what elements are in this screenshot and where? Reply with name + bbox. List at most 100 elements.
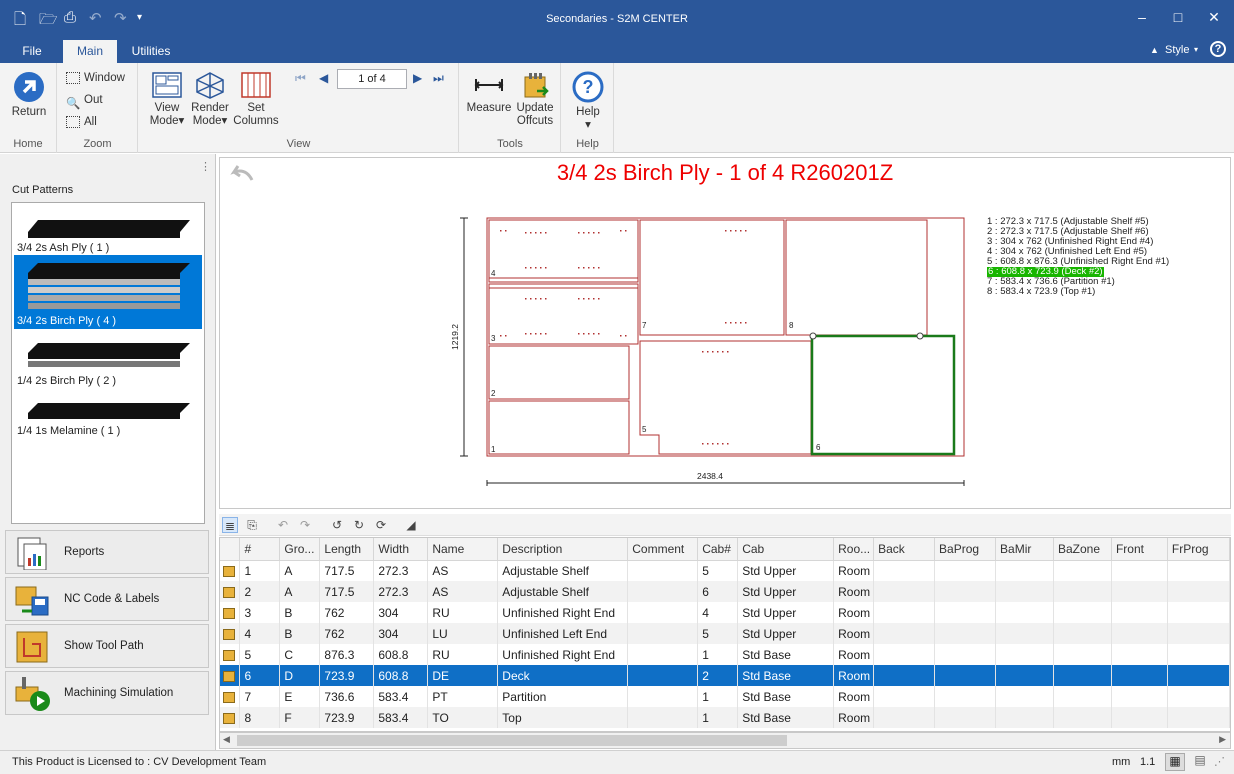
table-cell[interactable]: 4	[239, 623, 281, 644]
table-cell[interactable]	[1167, 560, 1230, 581]
table-cell[interactable]: RU	[427, 644, 499, 665]
table-cell[interactable]: RU	[427, 602, 499, 623]
table-cell[interactable]	[873, 686, 936, 707]
table-cell[interactable]	[627, 581, 699, 602]
scrollbar-thumb[interactable]	[237, 735, 787, 746]
table-cell[interactable]: Top	[497, 707, 629, 728]
copy-icon[interactable]: ⎘	[244, 517, 260, 533]
table-cell[interactable]: 608.8	[373, 644, 429, 665]
table-cell[interactable]: Room	[833, 560, 875, 581]
table-cell[interactable]	[1053, 665, 1112, 686]
table-cell[interactable]	[1111, 707, 1168, 728]
table-row[interactable]: 4 B 762 304 LU Unfinished Left End 5 Std Upper R…	[220, 623, 1230, 644]
table-cell[interactable]	[1053, 560, 1112, 581]
table-cell[interactable]: 1	[239, 560, 281, 581]
table-cell[interactable]: 762	[319, 602, 375, 623]
table-cell[interactable]	[934, 707, 997, 728]
table-cell[interactable]	[934, 686, 997, 707]
table-row[interactable]: 1 A 717.5 272.3 AS Adjustable Shelf 5 Std Upper…	[220, 560, 1230, 581]
column-header[interactable]: Description	[497, 538, 629, 561]
table-cell[interactable]	[995, 686, 1054, 707]
column-header[interactable]: FrProg	[1167, 538, 1230, 561]
first-page-icon[interactable]: ⏮	[295, 71, 306, 86]
table-cell[interactable]: E	[279, 686, 321, 707]
table-cell[interactable]: 7	[239, 686, 281, 707]
table-cell[interactable]: PT	[427, 686, 499, 707]
scroll-left-icon[interactable]: ◀	[223, 734, 230, 745]
table-cell[interactable]	[995, 581, 1054, 602]
column-header[interactable]: Cab	[737, 538, 835, 561]
table-cell[interactable]	[1167, 644, 1230, 665]
table-cell[interactable]: D	[279, 665, 321, 686]
style-menu[interactable]: Style	[1165, 44, 1189, 56]
table-cell[interactable]: Deck	[497, 665, 629, 686]
close-button[interactable]: ✕	[1199, 6, 1229, 28]
table-cell[interactable]	[627, 686, 699, 707]
cut-pattern-item-selected[interactable]: 3/4 2s Birch Ply ( 4 )	[14, 255, 202, 329]
table-cell[interactable]: 723.9	[319, 665, 375, 686]
table-cell[interactable]: AS	[427, 581, 499, 602]
last-page-icon[interactable]: ⏭	[433, 71, 444, 86]
tab-main[interactable]: Main	[63, 40, 117, 63]
table-cell[interactable]	[934, 623, 997, 644]
table-cell[interactable]: A	[279, 581, 321, 602]
table-cell[interactable]: 583.4	[373, 707, 429, 728]
panel-options-icon[interactable]: ⋮	[200, 160, 211, 173]
set-columns-button[interactable]: Set Columns	[232, 71, 280, 128]
table-cell[interactable]: Std Base	[737, 686, 835, 707]
table-cell[interactable]: B	[279, 602, 321, 623]
table-cell[interactable]	[995, 560, 1054, 581]
table-cell[interactable]	[1111, 602, 1168, 623]
table-cell[interactable]: 304	[373, 623, 429, 644]
table-cell[interactable]	[934, 581, 997, 602]
table-cell[interactable]	[1111, 665, 1168, 686]
table-cell[interactable]: 762	[319, 623, 375, 644]
table-cell[interactable]: Room	[833, 623, 875, 644]
table-cell[interactable]: 2	[239, 581, 281, 602]
table-cell[interactable]	[995, 707, 1054, 728]
table-cell[interactable]: Room	[833, 644, 875, 665]
table-cell[interactable]	[627, 707, 699, 728]
nc-code-labels-button[interactable]: NC Code & Labels	[5, 577, 209, 621]
zoom-all-button[interactable]: All	[66, 112, 97, 132]
table-cell[interactable]	[873, 623, 936, 644]
rotate-right-icon[interactable]: ↻	[351, 517, 367, 533]
grid-undo-icon[interactable]: ↶	[275, 517, 291, 533]
table-cell[interactable]	[1111, 560, 1168, 581]
table-cell[interactable]	[934, 602, 997, 623]
table-cell[interactable]	[934, 665, 997, 686]
cut-pattern-item[interactable]: 3/4 2s Ash Ply ( 1 )	[14, 206, 202, 256]
zoom-out-button[interactable]: 🔍 Out	[66, 90, 103, 110]
column-header[interactable]: Gro...	[279, 538, 321, 561]
table-cell[interactable]: Adjustable Shelf	[497, 560, 629, 581]
table-cell[interactable]: Std Base	[737, 644, 835, 665]
column-header[interactable]: Comment	[627, 538, 699, 561]
update-offcuts-button[interactable]: Update Offcuts	[512, 71, 558, 128]
table-cell[interactable]: Room	[833, 665, 875, 686]
edge-tool-icon[interactable]: ◢	[403, 517, 419, 533]
table-cell[interactable]: 736.6	[319, 686, 375, 707]
table-cell[interactable]	[873, 665, 936, 686]
table-cell[interactable]: 4	[697, 602, 739, 623]
table-cell[interactable]: 583.4	[373, 686, 429, 707]
table-cell[interactable]: F	[279, 707, 321, 728]
table-row[interactable]: 6 D 723.9 608.8 DE Deck 2 Std Base Room	[220, 665, 1230, 686]
table-cell[interactable]	[995, 665, 1054, 686]
table-cell[interactable]: Std Base	[737, 707, 835, 728]
grid-view-icon[interactable]: ▦	[1165, 753, 1185, 771]
table-cell[interactable]: Std Base	[737, 665, 835, 686]
table-view-icon[interactable]: ▤	[1190, 753, 1210, 771]
table-cell[interactable]: Unfinished Right End	[497, 644, 629, 665]
table-row[interactable]: 3 B 762 304 RU Unfinished Right End 4 Std Upper…	[220, 602, 1230, 623]
maximize-button[interactable]: □	[1163, 6, 1193, 28]
table-cell[interactable]	[627, 560, 699, 581]
zoom-window-button[interactable]: Window	[66, 68, 125, 88]
table-cell[interactable]	[934, 560, 997, 581]
help-icon[interactable]: ?	[1210, 41, 1226, 57]
table-cell[interactable]	[1111, 623, 1168, 644]
table-cell[interactable]: Unfinished Right End	[497, 602, 629, 623]
table-cell[interactable]: 608.8	[373, 665, 429, 686]
table-cell[interactable]: Std Upper	[737, 623, 835, 644]
table-cell[interactable]: Std Upper	[737, 581, 835, 602]
table-row[interactable]: 2 A 717.5 272.3 AS Adjustable Shelf 6 Std Upper…	[220, 581, 1230, 602]
